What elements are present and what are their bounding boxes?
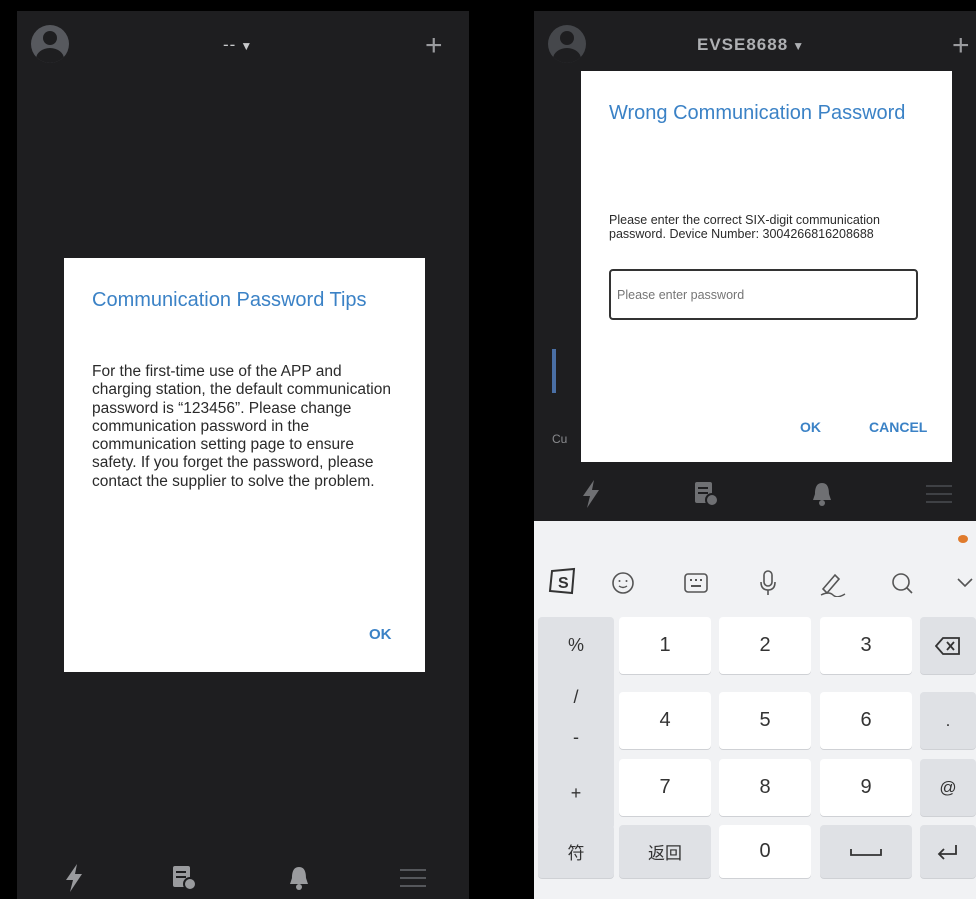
charge-bolt-icon[interactable] — [580, 479, 602, 509]
sogou-logo-icon[interactable]: S — [548, 567, 578, 595]
digit-key-4[interactable]: 4 — [619, 692, 711, 749]
dialog-title: Communication Password Tips — [92, 289, 367, 311]
device-selector[interactable]: EVSE8688 ▼ — [697, 35, 805, 55]
current-label: Cu — [552, 432, 568, 446]
dot-key[interactable]: . — [920, 692, 976, 749]
symbol-key[interactable]: / — [538, 687, 614, 708]
space-bar-icon — [850, 848, 882, 856]
dialog-title: Wrong Communication Password — [609, 102, 906, 124]
device-title: EVSE8688 — [697, 35, 789, 54]
numeric-keyboard: S % / - + 1 2 3 4 5 6 7 8 9 . @ 符 返回 0 — [534, 521, 976, 899]
bell-icon[interactable] — [810, 481, 834, 507]
device-selector[interactable]: -- ▼ — [223, 35, 253, 55]
back-key[interactable]: 返回 — [619, 825, 711, 878]
chevron-down-icon: ▼ — [240, 39, 254, 53]
symbol-key[interactable]: % — [538, 635, 614, 656]
backspace-icon — [935, 636, 960, 655]
svg-text:S: S — [558, 575, 569, 592]
collapse-icon[interactable] — [954, 575, 976, 591]
digit-key-2[interactable]: 2 — [719, 617, 811, 674]
records-icon[interactable] — [172, 865, 198, 891]
notification-dot — [958, 535, 968, 543]
bottom-nav — [17, 851, 469, 899]
digit-key-1[interactable]: 1 — [619, 617, 711, 674]
digit-key-5[interactable]: 5 — [719, 692, 811, 749]
enter-icon — [937, 844, 957, 860]
digit-key-8[interactable]: 8 — [719, 759, 811, 816]
top-bar: -- ▼ + — [17, 11, 469, 81]
digit-key-0[interactable]: 0 — [719, 825, 811, 878]
device-title: -- — [223, 35, 237, 54]
menu-icon[interactable] — [400, 867, 426, 889]
records-icon[interactable] — [694, 481, 720, 507]
right-phone-screen: EVSE8688 ▼ + Cu Wrong Communication Passw… — [534, 11, 976, 899]
symbol-key[interactable]: - — [538, 727, 614, 748]
ok-button[interactable]: OK — [800, 419, 821, 435]
backspace-key[interactable] — [920, 617, 976, 674]
microphone-icon[interactable] — [758, 569, 778, 597]
user-avatar-icon[interactable] — [31, 25, 69, 63]
charge-bolt-icon[interactable] — [63, 863, 85, 893]
plus-icon[interactable]: + — [425, 31, 443, 61]
left-phone-screen: -- ▼ + Communication Password Tips For th… — [17, 11, 469, 899]
symbol-key[interactable]: + — [538, 783, 614, 804]
search-icon[interactable] — [890, 571, 914, 595]
ok-button[interactable]: OK — [369, 626, 392, 643]
dialog-message: Please enter the correct SIX-digit commu… — [609, 213, 880, 241]
bottom-nav — [534, 469, 976, 519]
wrong-password-dialog: Wrong Communication Password Please ente… — [581, 71, 952, 462]
emoji-icon[interactable] — [611, 571, 635, 595]
dialog-message: For the first-time use of the APP and ch… — [92, 363, 391, 490]
digit-key-3[interactable]: 3 — [820, 617, 912, 674]
password-tips-dialog: Communication Password Tips For the firs… — [64, 258, 425, 672]
digit-key-7[interactable]: 7 — [619, 759, 711, 816]
handwriting-icon[interactable] — [819, 569, 847, 597]
user-avatar-icon[interactable] — [548, 25, 586, 63]
chevron-down-icon: ▼ — [792, 39, 806, 53]
space-key[interactable] — [820, 825, 912, 878]
enter-key[interactable] — [920, 825, 976, 878]
keyboard-icon[interactable] — [683, 571, 709, 595]
at-key[interactable]: @ — [920, 759, 976, 816]
cancel-button[interactable]: CANCEL — [869, 419, 927, 435]
gauge-indicator — [552, 349, 556, 393]
bell-icon[interactable] — [287, 865, 311, 891]
password-input[interactable] — [609, 269, 918, 320]
symbol-column[interactable]: % / - + — [538, 617, 614, 829]
plus-icon[interactable]: + — [952, 31, 970, 61]
digit-key-6[interactable]: 6 — [820, 692, 912, 749]
symbols-key[interactable]: 符 — [538, 825, 614, 878]
digit-key-9[interactable]: 9 — [820, 759, 912, 816]
menu-icon[interactable] — [926, 483, 952, 505]
